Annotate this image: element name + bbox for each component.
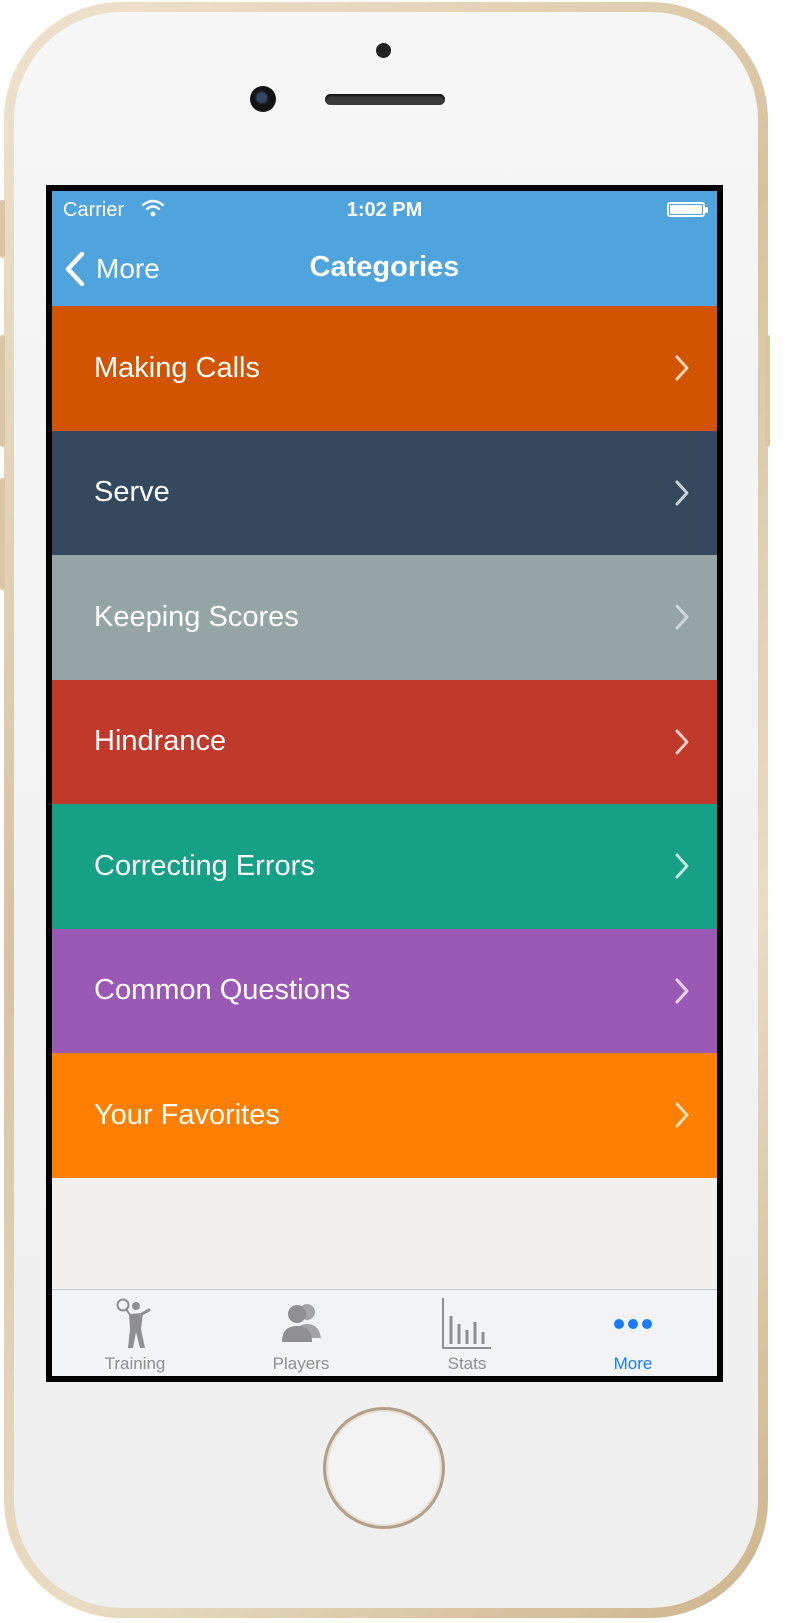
bar-chart-icon bbox=[442, 1298, 491, 1349]
tab-label: Players bbox=[272, 1354, 330, 1373]
category-row-correcting-errors[interactable]: Correcting Errors bbox=[52, 804, 717, 929]
category-row-making-calls[interactable]: Making Calls bbox=[52, 306, 717, 431]
chevron-right-icon bbox=[675, 978, 689, 1003]
more-dots-icon bbox=[614, 1319, 652, 1329]
proximity-sensor bbox=[376, 43, 391, 58]
mute-switch bbox=[0, 200, 5, 258]
power-button bbox=[765, 335, 770, 447]
tab-training[interactable]: Training bbox=[52, 1290, 218, 1376]
volume-up-button bbox=[0, 335, 5, 447]
tennis-player-icon bbox=[116, 1298, 151, 1348]
tab-label: Stats bbox=[447, 1354, 487, 1373]
category-row-your-favorites[interactable]: Your Favorites bbox=[52, 1053, 717, 1178]
tab-bar: Training Players Stats More bbox=[52, 1289, 717, 1376]
home-button[interactable] bbox=[323, 1407, 445, 1529]
earpiece-speaker bbox=[325, 94, 445, 105]
category-row-serve[interactable]: Serve bbox=[52, 430, 717, 555]
category-row-keeping-scores[interactable]: Keeping Scores bbox=[52, 555, 717, 680]
category-row-hindrance[interactable]: Hindrance bbox=[52, 679, 717, 804]
category-row-common-questions[interactable]: Common Questions bbox=[52, 928, 717, 1053]
tab-stats[interactable]: Stats bbox=[384, 1290, 550, 1376]
page-title: Categories bbox=[309, 251, 460, 283]
screen: Carrier 1:02 PM More Categories Making C… bbox=[46, 185, 723, 1382]
chevron-right-icon bbox=[675, 1102, 689, 1128]
chevron-right-icon bbox=[675, 604, 689, 630]
chevron-right-icon bbox=[675, 355, 689, 381]
people-icon bbox=[282, 1304, 321, 1342]
status-time: 1:02 PM bbox=[346, 199, 423, 221]
category-label: Serve bbox=[94, 476, 170, 509]
chevron-right-icon bbox=[675, 480, 689, 505]
front-camera-icon bbox=[250, 86, 276, 112]
category-label: Common Questions bbox=[94, 974, 351, 1007]
category-label: Making Calls bbox=[94, 351, 260, 384]
category-label: Your Favorites bbox=[94, 1098, 280, 1131]
chevron-right-icon bbox=[675, 729, 689, 754]
navigation-bar: Carrier 1:02 PM More Categories bbox=[52, 191, 717, 306]
category-label: Hindrance bbox=[94, 725, 227, 758]
tab-label: Training bbox=[104, 1354, 166, 1373]
tab-players[interactable]: Players bbox=[218, 1290, 384, 1376]
tab-label: More bbox=[613, 1354, 653, 1373]
status-bar: Carrier 1:02 PM bbox=[52, 191, 717, 231]
volume-down-button bbox=[0, 478, 5, 590]
chevron-right-icon bbox=[675, 853, 689, 879]
tab-more[interactable]: More bbox=[550, 1290, 716, 1376]
display: Carrier 1:02 PM More Categories Making C… bbox=[52, 191, 717, 1376]
battery-icon bbox=[667, 202, 708, 217]
category-list: Making Calls Serve Keeping Scores Hindra… bbox=[52, 306, 717, 1178]
category-label: Keeping Scores bbox=[94, 600, 299, 633]
category-label: Correcting Errors bbox=[94, 849, 315, 882]
